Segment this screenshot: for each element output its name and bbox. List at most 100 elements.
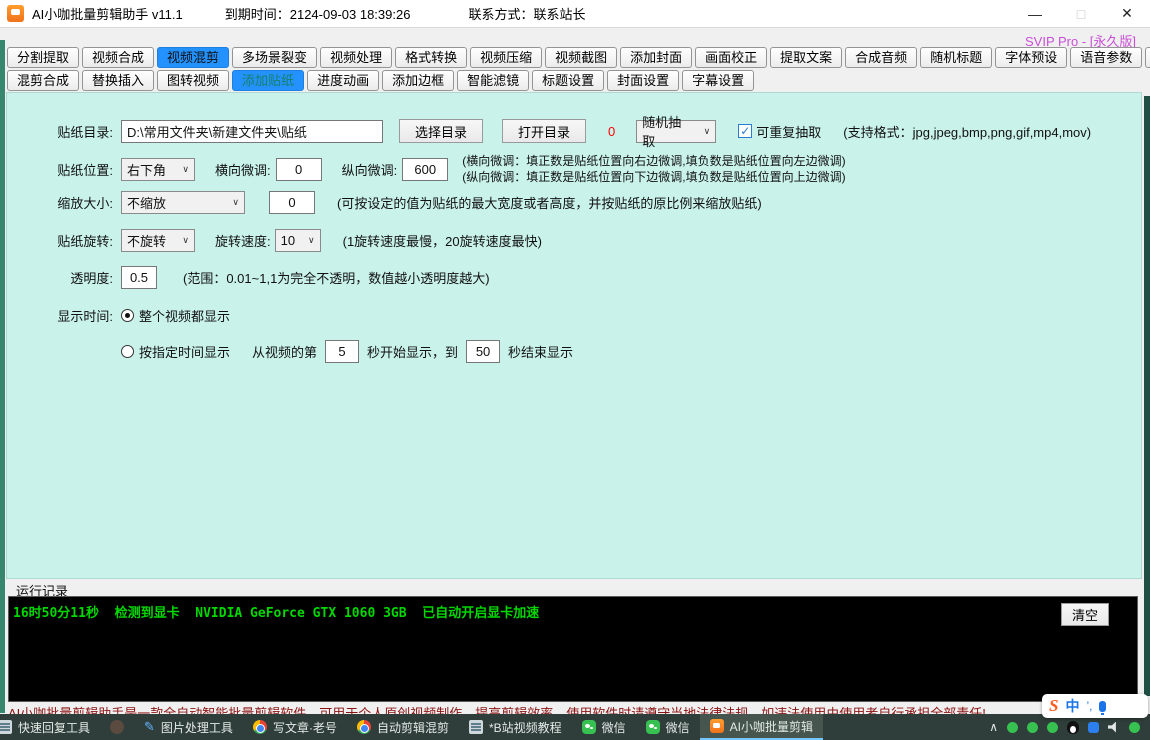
sticker-dir-input[interactable]: D:\常用文件夹\新建文件夹\贴纸 bbox=[121, 120, 383, 143]
tab-random-title[interactable]: 随机标题 bbox=[920, 47, 992, 68]
open-dir-button[interactable]: 打开目录 bbox=[502, 119, 586, 143]
sub-tabs: 混剪合成 替换插入 图转视频 添加贴纸 进度动画 添加边框 智能滤镜 标题设置 … bbox=[7, 70, 754, 91]
tab-user-info[interactable]: 用户信息 bbox=[1145, 47, 1150, 68]
chevron-down-icon: ∨ bbox=[182, 164, 189, 175]
maximize-icon[interactable]: □ bbox=[1058, 0, 1104, 28]
taskbar-item-ai-xiaoka[interactable]: AI小咖批量剪辑 bbox=[700, 714, 823, 740]
scale-row: 缩放大小: 不缩放 ∨ 0 (可按设定的值为贴纸的最大宽度或者高度，并按贴纸的原… bbox=[37, 191, 762, 214]
radio-show-whole-video-label: 整个视频都显示 bbox=[139, 306, 230, 325]
start-second-input[interactable]: 5 bbox=[325, 340, 359, 363]
tab-voice-params[interactable]: 语音参数 bbox=[1070, 47, 1142, 68]
opacity-row: 透明度: 0.5 (范围：0.01~1,1为完全不透明，数值越小透明度越大) bbox=[37, 266, 490, 289]
taskbar: 快速回复工具 ✎ 图片处理工具 写文章·老号 自动剪辑混剪 *B站视频教程 微信… bbox=[0, 714, 1150, 740]
tab-replace-insert[interactable]: 替换插入 bbox=[82, 70, 154, 91]
rotate-select[interactable]: 不旋转 ∨ bbox=[121, 229, 195, 252]
h-offset-input[interactable]: 0 bbox=[276, 158, 322, 181]
tab-split-extract[interactable]: 分割提取 bbox=[7, 47, 79, 68]
tab-add-border[interactable]: 添加边框 bbox=[382, 70, 454, 91]
tab-video-process[interactable]: 视频处理 bbox=[320, 47, 392, 68]
repeat-checkbox[interactable]: ✓ bbox=[738, 124, 752, 138]
pick-mode-select[interactable]: 随机抽取 ∨ bbox=[636, 120, 716, 143]
punctuation-icon[interactable]: ’, bbox=[1086, 699, 1092, 713]
minimize-icon[interactable]: — bbox=[1012, 0, 1058, 28]
v-offset-input[interactable]: 600 bbox=[402, 158, 448, 181]
taskbar-item-label: 微信 bbox=[602, 719, 626, 736]
tab-progress-anim[interactable]: 进度动画 bbox=[307, 70, 379, 91]
taskbar-item-bilibili-tutorial[interactable]: *B站视频教程 bbox=[459, 714, 572, 740]
tab-smart-filter[interactable]: 智能滤镜 bbox=[457, 70, 529, 91]
scale-select[interactable]: 不缩放 ∨ bbox=[121, 191, 245, 214]
taskbar-item-image-tool[interactable]: ✎ 图片处理工具 bbox=[134, 714, 243, 740]
scale-hint: (可按设定的值为贴纸的最大宽度或者高度，并按贴纸的原比例来缩放贴纸) bbox=[337, 193, 762, 212]
sticker-count: 0 bbox=[608, 124, 615, 139]
tab-frame-correct[interactable]: 画面校正 bbox=[695, 47, 767, 68]
end-second-input[interactable]: 50 bbox=[466, 340, 500, 363]
ime-toolbar[interactable]: S 中 ’, bbox=[1042, 694, 1148, 718]
timed-display-row: 按指定时间显示 从视频的第 5 秒开始显示，到 50 秒结束显示 bbox=[121, 340, 573, 363]
tab-add-sticker[interactable]: 添加贴纸 bbox=[232, 70, 304, 91]
wechat-tray-icon[interactable] bbox=[1027, 722, 1038, 733]
clear-log-button[interactable]: 清空 bbox=[1061, 603, 1109, 626]
h-offset-label: 横向微调: bbox=[215, 160, 271, 179]
tab-format-convert[interactable]: 格式转换 bbox=[395, 47, 467, 68]
tab-subtitle-settings[interactable]: 字幕设置 bbox=[682, 70, 754, 91]
wechat-tray-icon[interactable] bbox=[1007, 722, 1018, 733]
tray-expand-icon[interactable]: ∧ bbox=[989, 720, 998, 734]
choose-dir-button[interactable]: 选择目录 bbox=[399, 119, 483, 143]
qq-icon[interactable] bbox=[1067, 721, 1079, 734]
tab-video-snapshot[interactable]: 视频截图 bbox=[545, 47, 617, 68]
wechat-tray-icon[interactable] bbox=[1047, 722, 1058, 733]
opacity-input[interactable]: 0.5 bbox=[121, 266, 157, 289]
taskbar-item-wechat-1[interactable]: 微信 bbox=[572, 714, 636, 740]
offset-hints: (横向微调：填正数是贴纸位置向右边微调,填负数是贴纸位置向左边微调) (纵向微调… bbox=[462, 153, 845, 185]
rotate-row: 贴纸旋转: 不旋转 ∨ 旋转速度: 10 ∨ (1旋转速度最慢，20旋转速度最快… bbox=[37, 229, 542, 252]
tab-title-settings[interactable]: 标题设置 bbox=[532, 70, 604, 91]
from-second-label: 从视频的第 bbox=[252, 342, 317, 361]
taskbar-item-label: 图片处理工具 bbox=[161, 719, 233, 736]
app-title: AI小咖批量剪辑助手 v11.1 bbox=[32, 4, 183, 23]
sticker-dir-row: 贴纸目录: D:\常用文件夹\新建文件夹\贴纸 选择目录 打开目录 0 随机抽取… bbox=[37, 119, 1091, 143]
taskbar-item-write-article[interactable]: 写文章·老号 bbox=[243, 714, 347, 740]
tab-video-compose[interactable]: 视频合成 bbox=[82, 47, 154, 68]
microphone-icon[interactable] bbox=[1099, 701, 1106, 712]
chevron-down-icon: ∨ bbox=[182, 235, 189, 246]
radio-show-whole-video[interactable] bbox=[121, 309, 134, 322]
tray-icon[interactable] bbox=[1129, 722, 1140, 733]
language-mode-icon[interactable]: 中 bbox=[1065, 696, 1079, 716]
main-tabs: 分割提取 视频合成 视频混剪 多场景裂变 视频处理 格式转换 视频压缩 视频截图… bbox=[7, 47, 1150, 68]
tool-icon bbox=[0, 720, 12, 734]
taskbar-item-paw[interactable] bbox=[100, 714, 134, 740]
close-icon[interactable]: ✕ bbox=[1104, 0, 1150, 28]
taskbar-item-label: 微信 bbox=[666, 719, 690, 736]
run-log-console: 16时50分11秒 检测到显卡 NVIDIA GeForce GTX 1060 … bbox=[8, 596, 1138, 702]
radio-show-timed[interactable] bbox=[121, 345, 134, 358]
volume-icon[interactable] bbox=[1108, 722, 1120, 733]
position-select[interactable]: 右下角 ∨ bbox=[121, 158, 195, 181]
taskbar-item-quick-reply[interactable]: 快速回复工具 bbox=[0, 714, 100, 740]
tab-audio-compose[interactable]: 合成音频 bbox=[845, 47, 917, 68]
tab-font-preset[interactable]: 字体预设 bbox=[995, 47, 1067, 68]
tab-extract-text[interactable]: 提取文案 bbox=[770, 47, 842, 68]
app-tray-icon[interactable] bbox=[1088, 722, 1099, 733]
taskbar-item-wechat-2[interactable]: 微信 bbox=[636, 714, 700, 740]
tab-add-cover[interactable]: 添加封面 bbox=[620, 47, 692, 68]
tab-cover-settings[interactable]: 封面设置 bbox=[607, 70, 679, 91]
scale-size-input[interactable]: 0 bbox=[269, 191, 315, 214]
display-time-label: 显示时间: bbox=[37, 306, 113, 325]
tab-multi-scene[interactable]: 多场景裂变 bbox=[232, 47, 317, 68]
taskbar-item-auto-edit[interactable]: 自动剪辑混剪 bbox=[347, 714, 459, 740]
taskbar-item-label: 快速回复工具 bbox=[18, 719, 90, 736]
rotate-speed-select[interactable]: 10 ∨ bbox=[275, 229, 321, 252]
sogou-logo-icon[interactable]: S bbox=[1049, 696, 1058, 716]
taskbar-item-label: AI小咖批量剪辑 bbox=[730, 718, 813, 735]
tab-img-to-video[interactable]: 图转视频 bbox=[157, 70, 229, 91]
tab-video-compress[interactable]: 视频压缩 bbox=[470, 47, 542, 68]
scale-value: 不缩放 bbox=[127, 193, 166, 212]
repeat-checkbox-label: 可重复抽取 bbox=[756, 122, 821, 141]
pick-mode-value: 随机抽取 bbox=[642, 112, 691, 150]
tab-video-mix[interactable]: 视频混剪 bbox=[157, 47, 229, 68]
notepad-icon bbox=[469, 720, 483, 734]
tab-mix-compose[interactable]: 混剪合成 bbox=[7, 70, 79, 91]
rotate-value: 不旋转 bbox=[127, 231, 166, 250]
log-line: 16时50分11秒 检测到显卡 NVIDIA GeForce GTX 1060 … bbox=[9, 597, 1137, 621]
